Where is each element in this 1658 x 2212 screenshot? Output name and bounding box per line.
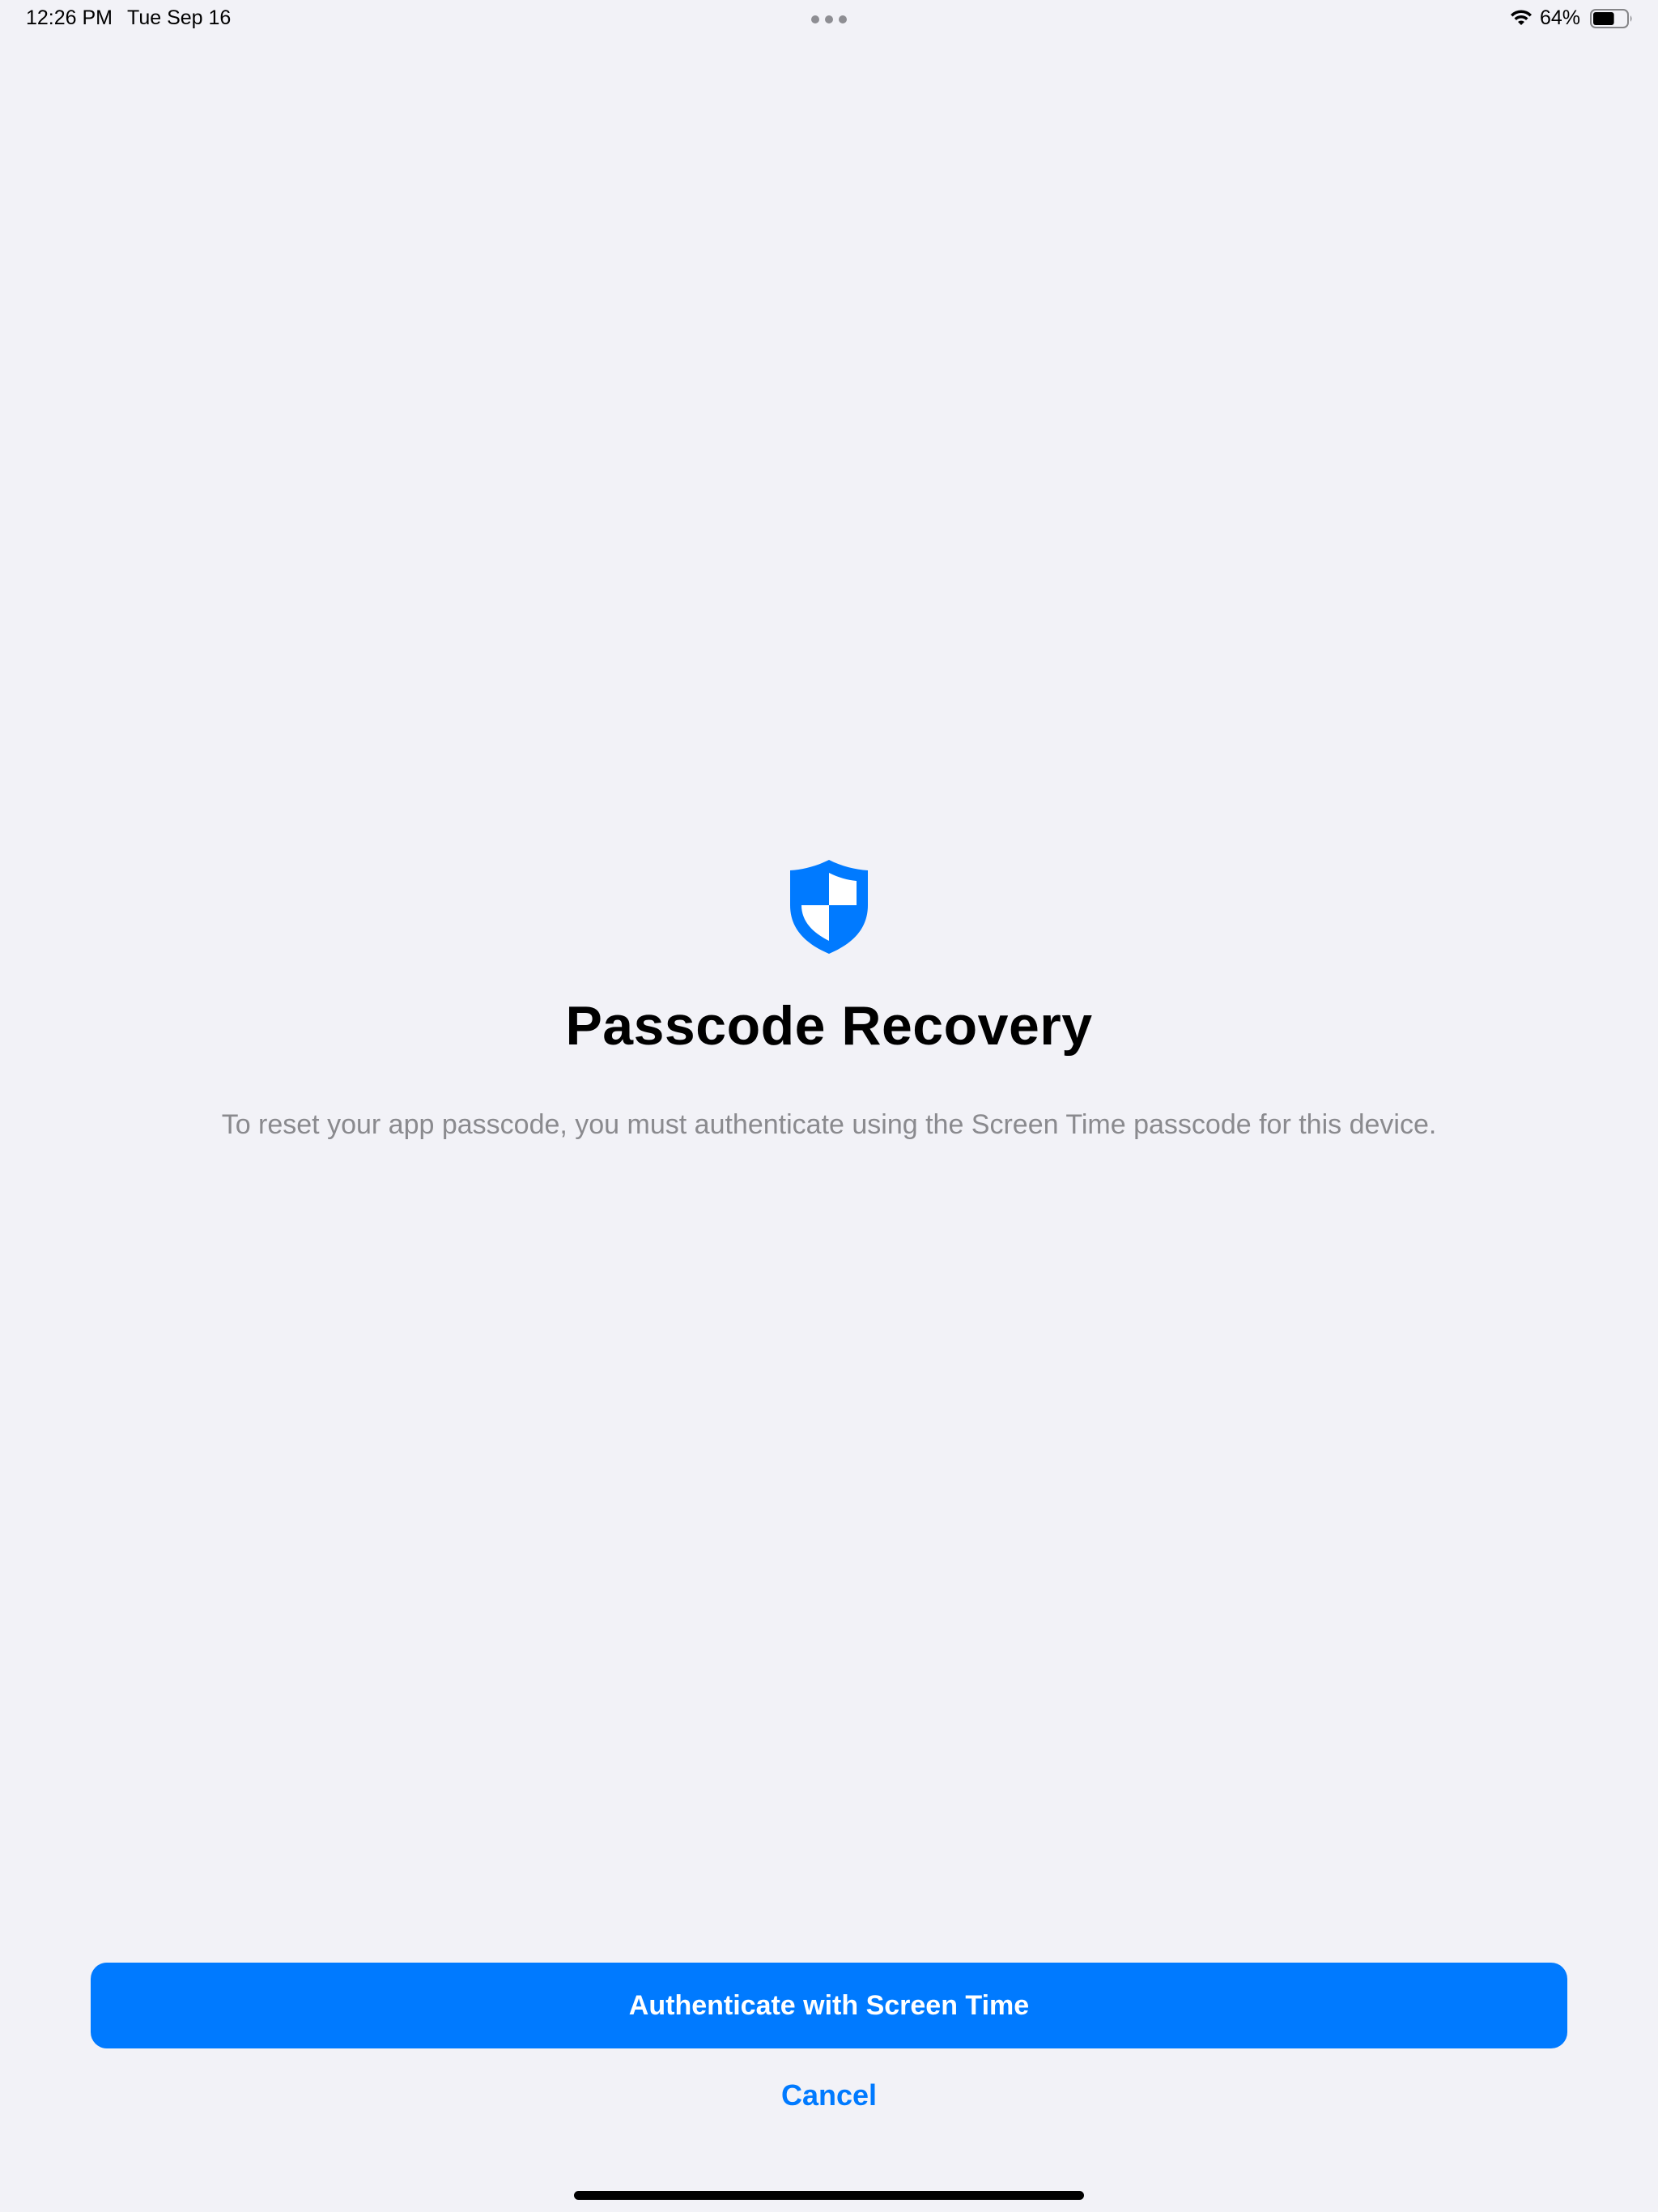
- battery-icon: [1590, 9, 1632, 28]
- status-bar: 12:26 PM Tue Sep 16 64%: [0, 0, 1658, 39]
- shield-icon: [790, 860, 868, 954]
- battery-percent: 64%: [1540, 6, 1581, 29]
- wifi-icon: [1511, 10, 1532, 25]
- multitask-dots-icon[interactable]: [811, 15, 847, 24]
- authenticate-button-label: Authenticate with Screen Time: [628, 1989, 1030, 2021]
- passcode-recovery-screen: 12:26 PM Tue Sep 16 64% Passcode Recover…: [0, 0, 1658, 2212]
- home-indicator[interactable]: [574, 2191, 1084, 2200]
- authenticate-with-screen-time-button[interactable]: Authenticate with Screen Time: [91, 1963, 1567, 2048]
- page-description: To reset your app passcode, you must aut…: [221, 1109, 1437, 1140]
- cancel-button[interactable]: Cancel: [708, 2074, 950, 2116]
- status-date: Tue Sep 16: [127, 6, 232, 29]
- status-time: 12:26 PM: [26, 6, 113, 29]
- cancel-button-label: Cancel: [780, 2078, 878, 2112]
- page-title: Passcode Recovery: [565, 995, 1093, 1057]
